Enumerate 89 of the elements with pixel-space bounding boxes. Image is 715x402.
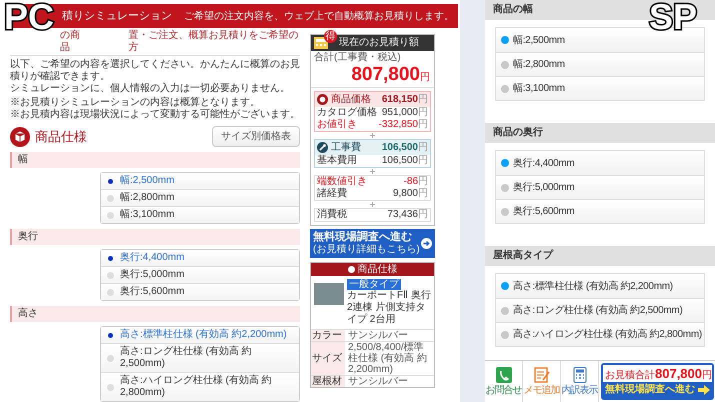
option-row[interactable]: 奥行:5,600mm <box>496 199 704 223</box>
line-label: 消費税 <box>317 209 347 221</box>
plus-icon <box>370 202 375 207</box>
line-amount: 951,000 <box>382 107 418 119</box>
currency-unit: 円 <box>418 155 428 167</box>
arrow-icon <box>698 385 710 395</box>
spec-label: サイズ <box>311 342 345 375</box>
survey-button[interactable]: お見積合計807,800円 無料現場調査へ進む <box>601 363 714 400</box>
group-header: 商品の奥行 <box>485 123 715 143</box>
spec-title: 商品仕様 <box>358 264 398 276</box>
group-label: 高さ <box>10 306 300 322</box>
currency-unit: 円 <box>418 119 428 131</box>
spec-value: サンシルバー <box>347 376 409 387</box>
wrench-icon <box>317 142 328 153</box>
currency-unit: 円 <box>418 209 428 221</box>
calculator-icon <box>572 367 588 383</box>
currency-unit: 円 <box>418 142 428 154</box>
survey-button[interactable]: 無料現場調査へ進む (お見積り詳細もこちら) <box>310 229 435 258</box>
total-amount: 807,800 <box>655 365 702 382</box>
option-row[interactable]: 奥行:5,600mm <box>101 283 299 300</box>
option-row[interactable]: 高さ:標準柱仕様 (有効高 約2,200mm) <box>101 327 299 343</box>
line-label: 諸経費 <box>317 188 347 200</box>
option-row[interactable]: 高さ:ロング柱仕様 (有効高 約2,500mm) <box>496 298 704 322</box>
page-title: 積りシミュレーション <box>62 8 172 24</box>
total-label: お見積合計 <box>605 368 655 383</box>
phone-icon <box>496 367 512 383</box>
line-amount: 73,436 <box>387 209 418 221</box>
spec-value: サンシルバー <box>347 330 409 341</box>
section-title: 商品仕様 <box>35 128 87 146</box>
line-label: 端数値引き <box>317 176 367 188</box>
option-row[interactable]: 奥行:4,400mm <box>101 250 299 266</box>
plus-icon <box>370 169 375 174</box>
group-label: 幅 <box>10 152 300 168</box>
spec-label: 屋根材 <box>311 376 345 387</box>
box-icon <box>10 126 30 146</box>
type-badge: 一般タイプ <box>347 279 401 290</box>
block-label: 工事費 <box>331 142 361 154</box>
total-amount: 807,800 <box>351 64 420 86</box>
option-row[interactable]: 幅:3,100mm <box>101 206 299 223</box>
block-label: 商品価格 <box>331 94 371 106</box>
currency-unit: 円 <box>418 176 428 188</box>
line-amount: -332,850 <box>378 119 418 131</box>
option-row[interactable]: 幅:2,500mm <box>101 173 299 189</box>
line-amount: -86 <box>404 176 418 188</box>
intro-text: ※お見積りシミュレーションの内容は概算となります。 <box>10 97 261 108</box>
option-row[interactable]: 幅:2,800mm <box>101 189 299 206</box>
block-amount: 618,150 <box>382 94 418 106</box>
overlay-label: PC <box>4 0 54 38</box>
total-label: 合計(工事費・税込) <box>313 51 402 64</box>
option-row[interactable]: 幅:2,800mm <box>496 52 704 76</box>
spec-value: 2,500/8,400/標準柱仕様 (有効高 約2,200mm) <box>347 342 428 375</box>
option-row[interactable]: 高さ:ハイロング柱仕様 (有効高 約2,800mm) <box>101 372 299 401</box>
option-row[interactable]: 高さ:ロング柱仕様 (有効高 約2,500mm) <box>101 343 299 372</box>
option-row[interactable]: 奥行:5,000mm <box>496 175 704 199</box>
currency-unit: 円 <box>420 72 430 84</box>
line-label: お値引き <box>317 119 357 131</box>
toolbar-button[interactable]: お問合せ <box>485 361 523 402</box>
currency-unit: 円 <box>418 107 428 119</box>
estimate-title: 現在のお見積り額 <box>339 37 419 49</box>
option-row[interactable]: 高さ:ハイロング柱仕様 (有効高 約2,800mm) <box>496 322 704 346</box>
block-amount: 106,500 <box>382 142 418 154</box>
group-label: 奥行 <box>10 229 300 245</box>
spec-label: カラー <box>311 330 345 341</box>
option-row[interactable]: 幅:3,100mm <box>496 76 704 100</box>
deal-badge: 得 <box>324 30 337 43</box>
line-label: 基本費用 <box>317 155 357 167</box>
group-header: 屋根高タイプ <box>485 246 715 266</box>
product-name: カーポートFⅡ 奥行2連棟 片側支持タイプ 2台用 <box>347 290 431 326</box>
intro-text: シミュレーションに、個人情報の入力は一切必要ありません。 <box>10 83 291 95</box>
header-tagline: ご希望の注文内容を、ウェブ上で自動概算お見積りします。 <box>184 10 454 24</box>
subheading-text: 置・ご注文、概算お見積りをご希望の方 <box>128 30 300 54</box>
memo-icon <box>534 367 550 383</box>
line-amount: 9,800 <box>392 188 418 200</box>
photo-placeholder <box>314 283 344 305</box>
currency-unit: 円 <box>418 188 428 200</box>
currency-unit: 円 <box>702 369 712 383</box>
line-amount: 106,500 <box>382 155 418 167</box>
coin-icon <box>317 94 328 105</box>
button-label: 無料現場調査へ進む <box>605 383 695 397</box>
plus-icon <box>370 133 375 138</box>
line-label: カタログ価格 <box>317 107 377 119</box>
subheading-text: の商品 <box>60 30 81 54</box>
toolbar-button[interactable]: 内訳表示 <box>561 361 599 402</box>
option-row[interactable]: 奥行:5,000mm <box>101 266 299 283</box>
price-table-button[interactable]: サイズ別価格表 <box>212 126 300 147</box>
arrow-circle-icon <box>421 238 432 249</box>
intro-text: ※お見積内容は現場状況によって変動する可能性がございます。 <box>10 109 300 121</box>
intro-text: 以下、ご希望の内容を選択してください。かんたんに概算のお見積りが確認できます。 <box>10 59 300 82</box>
currency-unit: 円 <box>418 94 428 106</box>
